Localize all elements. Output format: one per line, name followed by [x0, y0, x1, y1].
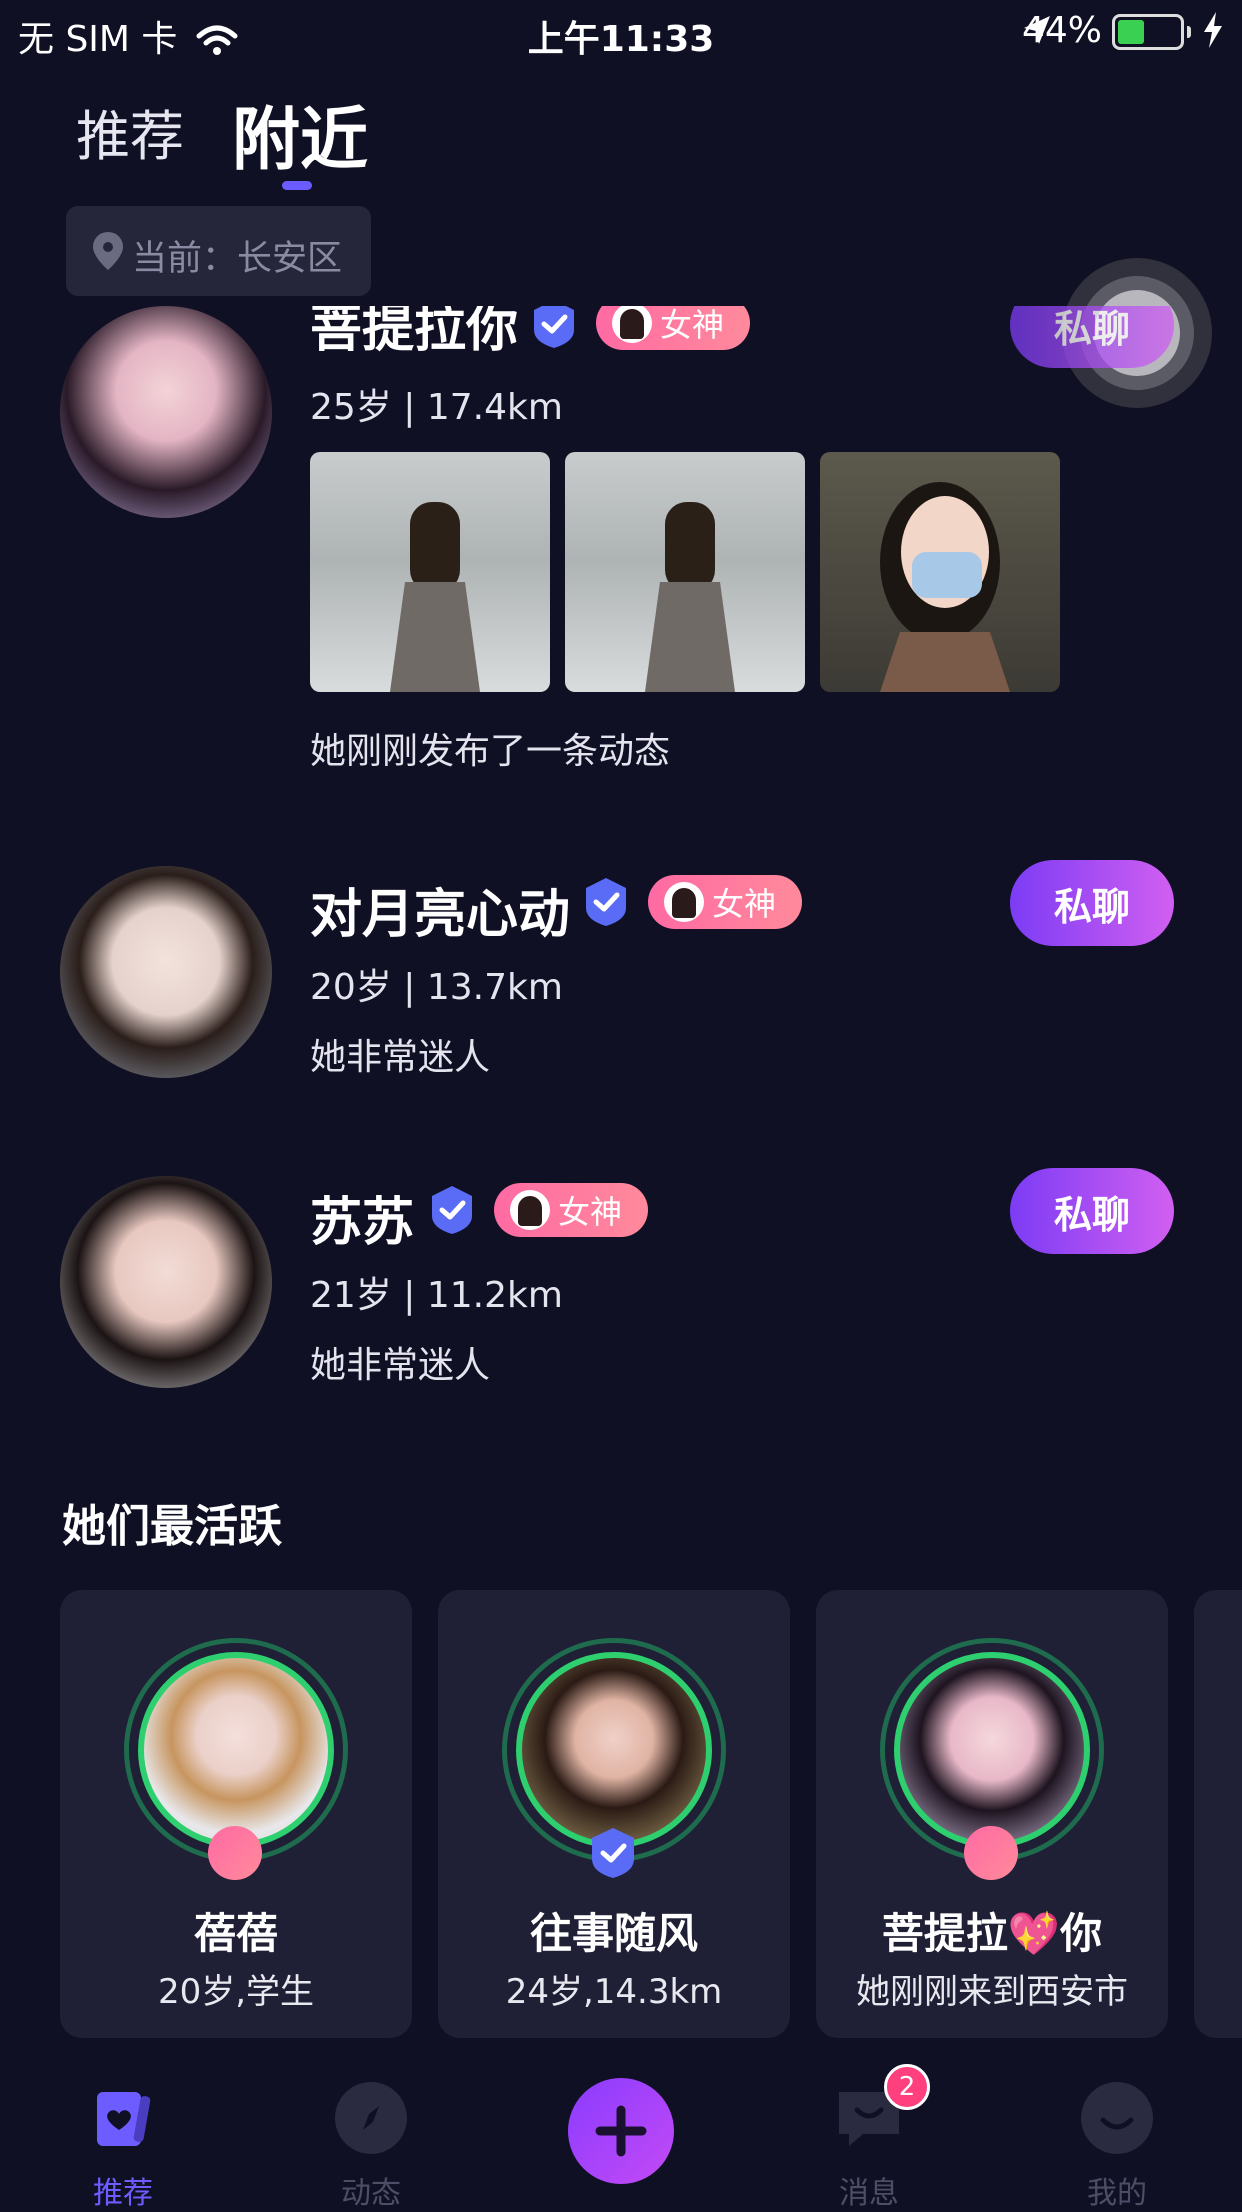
- user-meta: 20岁 | 13.7km: [310, 967, 563, 1008]
- photo-figure: [880, 482, 1010, 692]
- user-row-2[interactable]: 对月亮心动 女神 私聊 20岁 | 13.7km 她非常迷人: [0, 860, 1242, 1110]
- goddess-badge: 女神: [648, 875, 803, 929]
- location-pin-icon: [93, 232, 123, 270]
- card-name: 往事随风: [529, 1909, 698, 1958]
- user-desc: 她非常迷人: [310, 1345, 491, 1386]
- chat-button[interactable]: 私聊: [1010, 306, 1174, 368]
- post-photo-3[interactable]: [820, 452, 1060, 692]
- user-desc: 她非常迷人: [310, 1037, 491, 1078]
- nav-label: 我的: [1087, 2176, 1147, 2211]
- nav-item-feed[interactable]: 动态: [296, 2082, 446, 2212]
- tab-recommend[interactable]: 推荐: [76, 92, 184, 171]
- avatar: [138, 1652, 334, 1848]
- verified-badge-icon: [592, 1828, 634, 1878]
- active-user-card[interactable]: 往事随风 24岁,14.3km: [438, 1590, 790, 2038]
- card-info: 20岁,学生: [157, 1972, 315, 2012]
- unread-badge: 2: [884, 2064, 930, 2110]
- goddess-label: 女神: [558, 1193, 623, 1231]
- verified-badge-icon: [432, 1186, 472, 1234]
- active-user-card[interactable]: 蓓蓓 20岁,学生: [60, 1590, 412, 2038]
- goddess-badge: 女神: [494, 1183, 649, 1237]
- card-info: 24岁,14.3km: [505, 1972, 723, 2012]
- heart-card-icon: [97, 2092, 151, 2146]
- goddess-avatar-icon: [664, 882, 704, 922]
- nav-label: 推荐: [93, 2176, 153, 2211]
- status-bar: 无 SIM 卡 上午11:33 44%: [0, 0, 1242, 62]
- battery-percent: 44%: [1021, 10, 1102, 51]
- verified-badge-icon: [534, 306, 574, 348]
- nav-item-profile[interactable]: 我的: [1042, 2082, 1192, 2212]
- nav-item-recommend[interactable]: 推荐: [48, 2082, 198, 2212]
- location-text: 当前：长安区: [132, 239, 343, 279]
- photo-figure: [645, 502, 735, 692]
- user-meta: 21岁 | 11.2km: [310, 1275, 563, 1316]
- avatar[interactable]: [60, 1176, 272, 1388]
- avatar[interactable]: [60, 306, 272, 518]
- battery-icon: [1112, 14, 1191, 50]
- active-user-card[interactable]: 菩提拉💖你 她刚刚来到西安市: [816, 1590, 1168, 2038]
- goddess-label: 女神: [660, 306, 725, 344]
- goddess-badge: 女神: [596, 306, 751, 350]
- user-desc: 她刚刚发布了一条动态: [310, 731, 671, 772]
- user-name: 苏苏: [310, 1193, 415, 1253]
- goddess-avatar-icon: [612, 306, 652, 343]
- card-info: 她刚刚来到西安市: [856, 1972, 1128, 2012]
- card-name: 菩提拉💖你: [881, 1909, 1103, 1958]
- plus-icon: [595, 2105, 647, 2157]
- charging-icon: [1202, 12, 1224, 52]
- active-user-card-partial[interactable]: [1194, 1590, 1242, 2038]
- goddess-avatar-icon: [510, 1190, 550, 1230]
- chat-button[interactable]: 私聊: [1010, 860, 1174, 946]
- user-meta: 25岁 | 17.4km: [310, 387, 563, 428]
- avatar: [894, 1652, 1090, 1848]
- verified-badge-icon: [586, 878, 626, 926]
- compass-icon: [335, 2082, 407, 2154]
- user-name: 对月亮心动: [310, 885, 571, 945]
- create-post-button[interactable]: [568, 2078, 674, 2184]
- user-row-1[interactable]: 菩提拉你 女神 私聊 25岁 | 17.4km 她刚刚发布了一条动态: [0, 306, 1242, 776]
- section-title-active: 她们最活跃: [62, 1501, 282, 1552]
- card-name: 蓓蓓: [193, 1909, 278, 1958]
- post-photo-2[interactable]: [565, 452, 805, 692]
- avatar[interactable]: [60, 866, 272, 1078]
- user-row-3[interactable]: 苏苏 女神 私聊 21岁 | 11.2km 她非常迷人: [0, 1168, 1242, 1418]
- chat-button[interactable]: 私聊: [1010, 1168, 1174, 1254]
- tab-nearby[interactable]: 附近: [232, 84, 368, 183]
- avatar: [516, 1652, 712, 1848]
- nav-label: 消息: [839, 2176, 899, 2211]
- post-photo-1[interactable]: [310, 452, 550, 692]
- smile-icon: [1081, 2082, 1153, 2154]
- goddess-badge-icon: [964, 1826, 1018, 1880]
- goddess-badge-icon: [208, 1826, 262, 1880]
- nav-label: 动态: [341, 2176, 401, 2211]
- location-chip[interactable]: 当前：长安区: [66, 206, 371, 296]
- goddess-label: 女神: [712, 885, 777, 923]
- user-name: 菩提拉你: [310, 306, 519, 359]
- photo-figure: [390, 502, 480, 692]
- tab-indicator: [282, 181, 312, 190]
